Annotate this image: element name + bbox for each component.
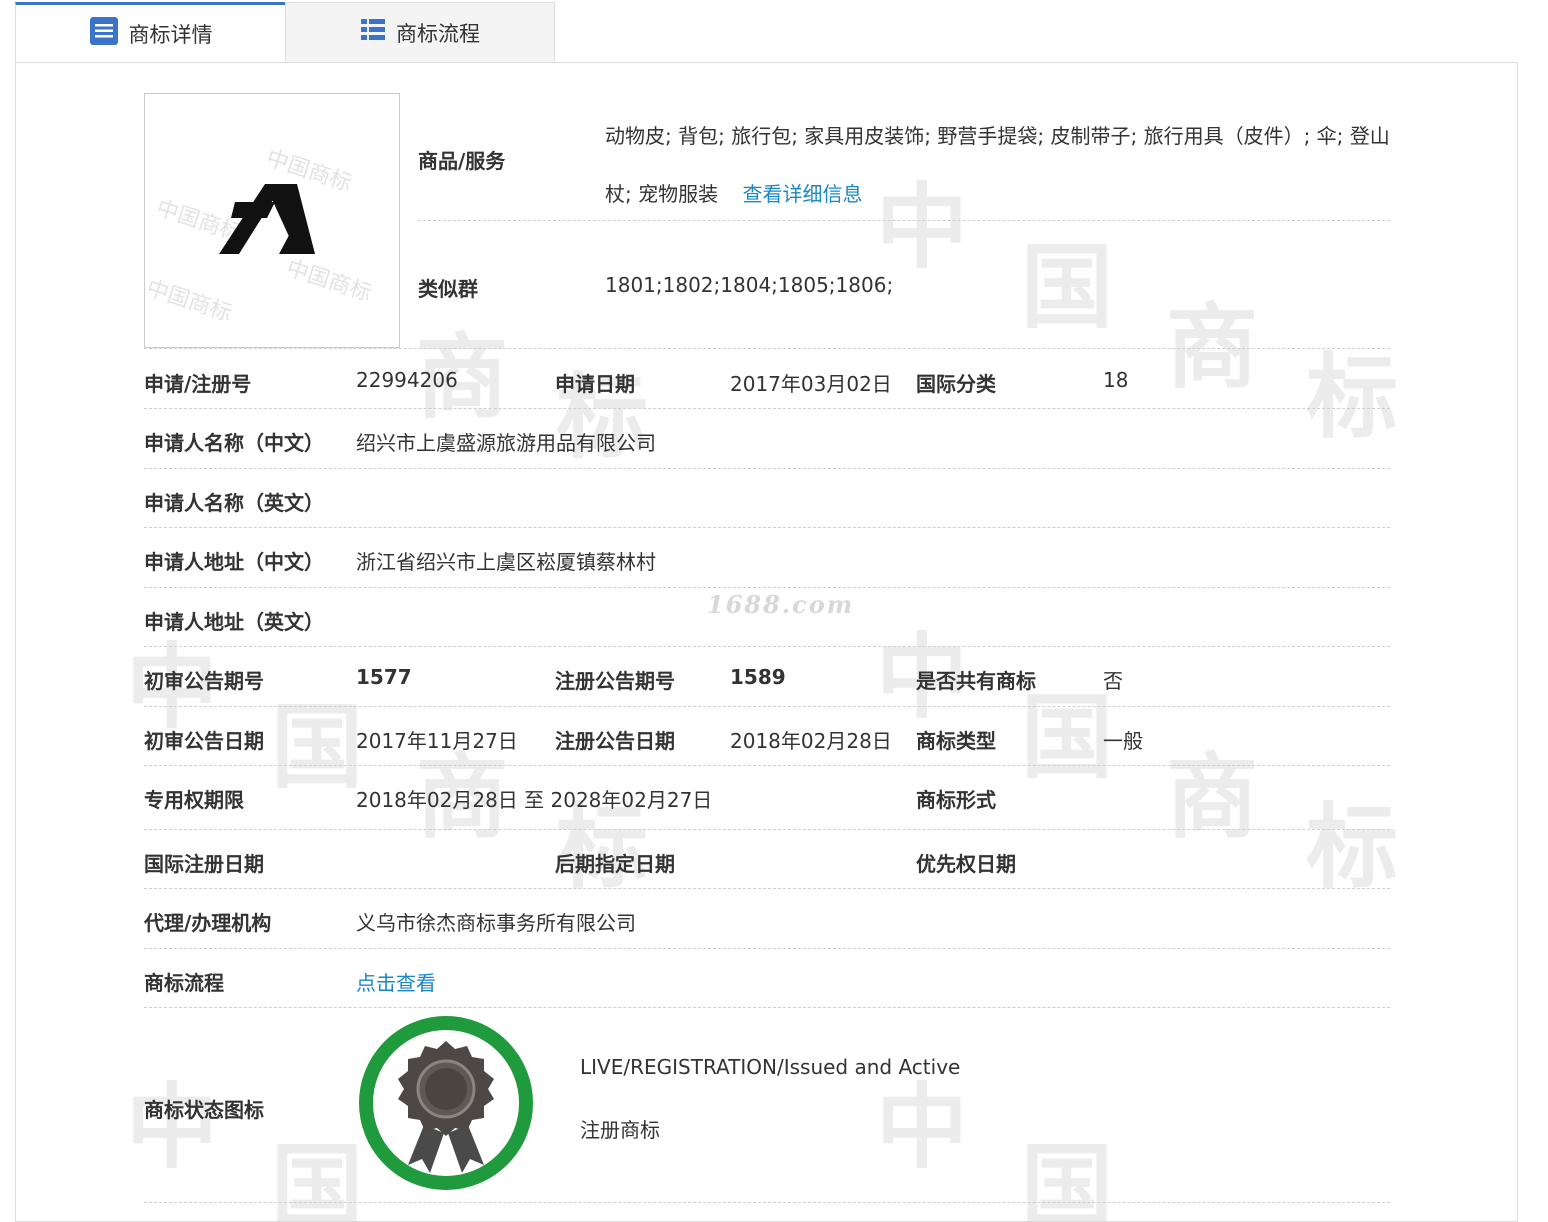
prelim-date-label: 初审公告日期 [144, 729, 264, 753]
agent-label: 代理/办理机构 [144, 911, 272, 935]
tab-trademark-flow[interactable]: 商标流程 [285, 2, 555, 62]
tab-bar: 商标详情 商标流程 [15, 2, 555, 62]
reg-date-value: 2018年02月28日 [730, 729, 892, 753]
svg-text:中国商标: 中国商标 [145, 276, 235, 327]
similar-group-label: 类似群 [418, 277, 478, 301]
exclusive-term-label: 专用权期限 [144, 788, 244, 812]
reg-date-label: 注册公告日期 [555, 729, 675, 753]
divider [144, 1202, 1390, 1203]
watermark-char: 商 [1166, 743, 1259, 851]
address-en-label: 申请人地址（英文） [144, 610, 324, 634]
priority-date-label: 优先权日期 [916, 852, 1016, 876]
divider [144, 587, 1390, 588]
tm-flow-label: 商标流程 [144, 971, 224, 995]
tm-type-value: 一般 [1103, 729, 1143, 753]
applicant-en-label: 申请人名称（英文） [144, 491, 324, 515]
goods-text: 动物皮; 背包; 旅行包; 家具用皮装饰; 野营手提袋; 皮制带子; 旅行用具（… [605, 124, 1390, 206]
divider [144, 1007, 1390, 1008]
goods-label: 商品/服务 [418, 149, 506, 173]
watermark-char: 国 [1021, 233, 1114, 341]
prelim-issue-value: 1577 [356, 665, 412, 689]
divider [144, 706, 1390, 707]
divider [144, 348, 1390, 349]
divider [144, 829, 1390, 830]
reg-issue-label: 注册公告期号 [555, 669, 675, 693]
goods-value: 动物皮; 背包; 旅行包; 家具用皮装饰; 野营手提袋; 皮制带子; 旅行用具（… [605, 107, 1395, 223]
divider [144, 408, 1390, 409]
tm-status-label: 商标状态图标 [144, 1098, 264, 1122]
applicant-cn-label: 申请人名称（中文） [144, 431, 324, 455]
tm-type-label: 商标类型 [916, 729, 996, 753]
intl-reg-date-label: 国际注册日期 [144, 852, 264, 876]
reg-no-value: 22994206 [356, 368, 458, 392]
divider [144, 468, 1390, 469]
divider [144, 888, 1390, 889]
site-watermark: 1688.com [707, 590, 855, 619]
watermark-char: 标 [1306, 793, 1399, 901]
address-cn-value: 浙江省绍兴市上虞区崧厦镇蔡林村 [356, 550, 656, 574]
divider [144, 765, 1390, 766]
intl-class-value: 18 [1103, 368, 1129, 392]
tab-trademark-detail[interactable]: 商标详情 [15, 2, 285, 62]
list-icon [360, 17, 386, 48]
tm-form-label: 商标形式 [916, 788, 996, 812]
app-date-label: 申请日期 [555, 372, 635, 396]
award-ribbon-icon [356, 1013, 536, 1193]
shared-tm-label: 是否共有商标 [916, 669, 1036, 693]
watermark-char: 商 [1166, 293, 1259, 401]
divider [144, 527, 1390, 528]
divider [418, 220, 1390, 221]
exclusive-term-value: 2018年02月28日 至 2028年02月27日 [356, 788, 713, 812]
applicant-cn-value: 绍兴市上虞盛源旅游用品有限公司 [356, 431, 656, 455]
reg-issue-value: 1589 [730, 665, 786, 689]
status-cn-text: 注册商标 [580, 1118, 660, 1142]
prelim-issue-label: 初审公告期号 [144, 669, 264, 693]
tab-trademark-flow-label: 商标流程 [396, 21, 480, 46]
address-cn-label: 申请人地址（中文） [144, 550, 324, 574]
view-details-link[interactable]: 查看详细信息 [742, 182, 862, 206]
app-date-value: 2017年03月02日 [730, 372, 892, 396]
shared-tm-value: 否 [1103, 669, 1123, 693]
watermark-char: 国 [1021, 1133, 1114, 1222]
tm-flow-link[interactable]: 点击查看 [356, 967, 436, 996]
watermark-char: 标 [556, 363, 649, 471]
status-en-text: LIVE/REGISTRATION/Issued and Active [580, 1055, 961, 1079]
watermark-char: 国 [271, 693, 364, 801]
similar-group-value: 1801;1802;1804;1805;1806; [605, 273, 894, 297]
svg-text:中国商标: 中国商标 [283, 256, 374, 307]
intl-class-label: 国际分类 [916, 372, 996, 396]
watermark-char: 国 [271, 1133, 364, 1222]
divider [144, 646, 1390, 647]
watermark-char: 标 [1306, 343, 1399, 451]
tab-trademark-detail-label: 商标详情 [128, 22, 213, 47]
reg-no-label: 申请/注册号 [144, 372, 252, 396]
prelim-date-value: 2017年11月27日 [356, 729, 518, 753]
trademark-image: 中国商标 中国商标 中国商标 中国商标 [144, 93, 400, 348]
later-designation-date-label: 后期指定日期 [555, 852, 675, 876]
agent-value: 义乌市徐杰商标事务所有限公司 [356, 911, 636, 935]
divider [144, 948, 1390, 949]
document-list-icon [89, 16, 119, 51]
